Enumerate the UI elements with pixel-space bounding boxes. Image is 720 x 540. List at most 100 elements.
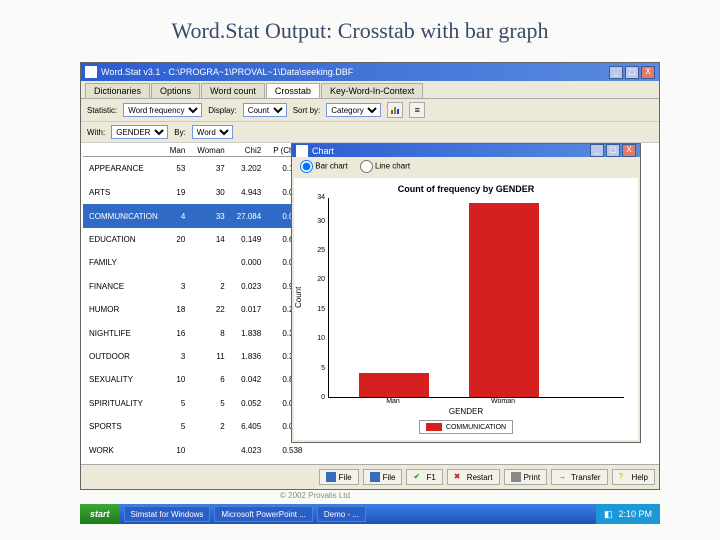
table-cell: HUMOR <box>83 298 164 321</box>
taskbar-task[interactable]: Demo - ... <box>317 506 366 522</box>
window-title: Word.Stat v3.1 - C:\PROGRA~1\PROVAL~1\Da… <box>101 67 609 77</box>
table-row[interactable]: EDUCATION20140.1490.695 <box>83 228 308 251</box>
table-cell: 10 <box>164 368 192 391</box>
restart-button[interactable]: ✖Restart <box>447 469 500 485</box>
footer-buttons: File File ✔F1 ✖Restart Print →Transfer ?… <box>81 464 659 489</box>
x-axis: ManWoman <box>328 398 624 405</box>
print-button[interactable]: Print <box>504 469 547 485</box>
tool-icon[interactable]: ≡ <box>409 102 425 118</box>
chart-minimize-button[interactable]: _ <box>590 144 604 157</box>
bar-chart-radio[interactable]: Bar chart <box>300 160 348 173</box>
chart-icon[interactable] <box>387 102 403 118</box>
sort-select[interactable]: Category <box>326 103 381 117</box>
tab-word-count[interactable]: Word count <box>201 83 265 98</box>
table-cell: 3.202 <box>231 157 267 181</box>
statistic-select[interactable]: Word frequency <box>123 103 202 117</box>
table-cell: 4.943 <box>231 181 267 204</box>
table-cell: 0.052 <box>231 392 267 415</box>
toolbar-row-1: Statistic: Word frequency Display: Count… <box>81 99 659 122</box>
help-button[interactable]: ?Help <box>612 469 655 485</box>
table-cell: 27.084 <box>231 204 267 227</box>
line-chart-radio[interactable]: Line chart <box>360 160 410 173</box>
table-cell: 3 <box>164 275 192 298</box>
table-cell: FAMILY <box>83 251 164 274</box>
system-tray[interactable]: ◧ 2:10 PM <box>596 504 660 524</box>
sort-label: Sort by: <box>293 106 321 115</box>
table-cell: 3 <box>164 345 192 368</box>
table-row[interactable]: FINANCE320.0230.933 <box>83 275 308 298</box>
floppy-icon <box>326 472 336 482</box>
table-cell: 8 <box>191 321 230 344</box>
table-row[interactable]: NIGHTLIFE1681.8380.333 <box>83 321 308 344</box>
by-select[interactable]: Word <box>192 125 233 139</box>
table-cell: COMMUNICATION <box>83 204 164 227</box>
content-area: ManWomanChi2P (Chi2) APPEARANCE53373.202… <box>81 143 659 464</box>
table-row[interactable]: FAMILY0.0000.000 <box>83 251 308 274</box>
chart-titlebar: Chart _ ▢ X <box>292 144 640 157</box>
table-cell: 20 <box>164 228 192 251</box>
by-label: By: <box>174 128 186 137</box>
minimize-button[interactable]: _ <box>609 66 623 79</box>
chart-area: Count of frequency by GENDER Count 05101… <box>294 178 638 440</box>
table-cell: 6 <box>191 368 230 391</box>
table-cell: 0.149 <box>231 228 267 251</box>
table-row[interactable]: SPORTS526.4050.040 <box>83 415 308 438</box>
tab-bar: DictionariesOptionsWord countCrosstabKey… <box>81 81 659 99</box>
table-row[interactable]: APPEARANCE53373.2020.107 <box>83 157 308 181</box>
table-cell: 4 <box>164 204 192 227</box>
table-cell: 30 <box>191 181 230 204</box>
chart-plot: 05101520253034 <box>328 198 624 398</box>
tab-crosstab[interactable]: Crosstab <box>266 83 320 98</box>
clock: 2:10 PM <box>618 509 652 519</box>
maximize-button[interactable]: ▢ <box>625 66 639 79</box>
y-axis-label: Count <box>294 287 303 308</box>
column-header <box>83 145 164 157</box>
app-window: Word.Stat v3.1 - C:\PROGRA~1\PROVAL~1\Da… <box>80 62 660 490</box>
chart-window-icon <box>296 145 308 157</box>
y-tick: 34 <box>305 194 325 201</box>
tab-options[interactable]: Options <box>151 83 200 98</box>
chart-maximize-button[interactable]: ▢ <box>606 144 620 157</box>
tab-key-word-in-context[interactable]: Key-Word-In-Context <box>321 83 423 98</box>
table-cell: SEXUALITY <box>83 368 164 391</box>
table-cell: OUTDOOR <box>83 345 164 368</box>
taskbar-task[interactable]: Microsoft PowerPoint ... <box>214 506 312 522</box>
f1-button[interactable]: ✔F1 <box>406 469 442 485</box>
chart-window-title: Chart <box>312 146 590 156</box>
table-row[interactable]: HUMOR18220.0170.210 <box>83 298 308 321</box>
cross-icon: ✖ <box>454 472 464 482</box>
legend-swatch <box>426 423 442 431</box>
table-row[interactable]: SEXUALITY1060.0420.835 <box>83 368 308 391</box>
transfer-button[interactable]: →Transfer <box>551 469 608 485</box>
chart-title: Count of frequency by GENDER <box>300 184 632 194</box>
with-label: With: <box>87 128 105 137</box>
table-cell: 5 <box>164 415 192 438</box>
table-row[interactable]: SPIRITUALITY550.0520.034 <box>83 392 308 415</box>
chart-close-button[interactable]: X <box>622 144 636 157</box>
table-row[interactable]: ARTS19304.9430.032 <box>83 181 308 204</box>
tab-dictionaries[interactable]: Dictionaries <box>85 83 150 98</box>
help-icon: ? <box>619 472 629 482</box>
start-button[interactable]: start <box>80 504 120 524</box>
close-button[interactable]: X <box>641 66 655 79</box>
x-tick-label: Woman <box>468 398 538 405</box>
table-cell <box>191 438 230 462</box>
table-row[interactable]: WORK104.0230.538 <box>83 438 308 462</box>
table-row[interactable]: COMMUNICATION43327.0840.000 <box>83 204 308 227</box>
table-cell: 10 <box>164 438 192 462</box>
y-tick: 10 <box>305 335 325 342</box>
file-button[interactable]: File <box>319 469 359 485</box>
table-cell: FINANCE <box>83 275 164 298</box>
file-button-2[interactable]: File <box>363 469 403 485</box>
column-header: Chi2 <box>231 145 267 157</box>
with-select[interactable]: GENDER <box>111 125 168 139</box>
tray-icon[interactable]: ◧ <box>604 509 613 520</box>
table-cell: 18 <box>164 298 192 321</box>
taskbar-task[interactable]: Simstat for Windows <box>124 506 211 522</box>
y-tick: 25 <box>305 247 325 254</box>
display-select[interactable]: Count <box>243 103 287 117</box>
table-cell: WORK <box>83 438 164 462</box>
table-row[interactable]: OUTDOOR3111.8360.330 <box>83 345 308 368</box>
y-tick: 20 <box>305 276 325 283</box>
toolbar-row-2: With: GENDER By: Word <box>81 122 659 143</box>
